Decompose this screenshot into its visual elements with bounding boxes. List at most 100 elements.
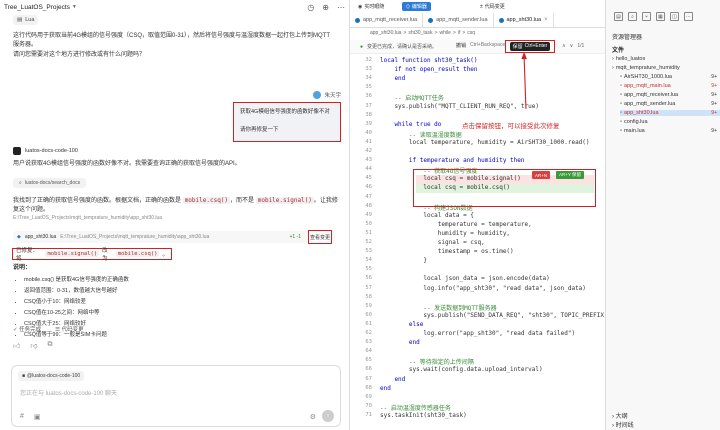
chat-panel: Tree_LuatOS_Projects ▼ ◷ ⊕ ⋯ ▤ Lua 这行代码用…	[0, 0, 350, 430]
line-number: 33	[365, 66, 372, 73]
thumbs-down-icon[interactable]: 👎︎	[30, 341, 37, 350]
mention-chip[interactable]: ■ @luatos-docs-code-100	[18, 371, 85, 381]
composer-input[interactable]: 您正在与 luatos-docs-code-100 聊天	[20, 388, 117, 397]
chat-composer[interactable]: ■ @luatos-docs-code-100 您正在与 luatos-docs…	[11, 365, 341, 427]
more-icon[interactable]: ⋯	[337, 3, 345, 12]
problem-badge: 9+	[711, 128, 717, 134]
line-number: 39	[365, 120, 372, 127]
line-number: 44	[365, 166, 372, 173]
line-number: 61	[365, 320, 372, 327]
changed-file-path: E:\Tree_LuatOS_Projects\mqtt_temprature_…	[60, 234, 210, 240]
problem-badge: 9+	[711, 83, 717, 89]
layout-icon[interactable]: ◫	[670, 12, 679, 21]
project-title[interactable]: Tree_LuatOS_Projects	[4, 4, 70, 11]
reject-hunk-button[interactable]: AR+N	[532, 171, 551, 179]
search-icon[interactable]: ⌕	[628, 12, 637, 21]
close-icon[interactable]: ×	[544, 17, 548, 23]
tree-item[interactable]: ▫ app_sht30.lua 9+	[620, 110, 720, 116]
list-item: mobile.csq() 是获取4G信号强度的正确函数	[24, 275, 129, 286]
code-line: end	[380, 384, 391, 392]
tree-item[interactable]: ▫ app_mqtt_main.lua 9+	[620, 83, 720, 89]
code-icon: ☰	[55, 327, 61, 333]
line-number: 60	[365, 311, 372, 318]
tree-item[interactable]: ▫ app_mqtt_sender.lua 9+	[620, 101, 720, 107]
code-review-button[interactable]: ± 代码变更	[476, 2, 509, 11]
code-line: humidity = humidity,	[380, 229, 511, 237]
code-line: -- 启动温湿度传感器任务	[380, 404, 451, 412]
problem-badge: 9+	[711, 74, 717, 80]
accept-hunk-button[interactable]: AR+Y 保留	[556, 171, 585, 179]
assistant-intro-text: 这行代码用于获取当前4G模组的信号强度（CSQ，取值范围0-31），然后将信号强…	[13, 33, 331, 48]
chevron-down-icon[interactable]: ▼	[72, 4, 77, 10]
history-icon[interactable]: ◷	[307, 3, 314, 12]
code-editor[interactable]: 32 33 34 35 36 37 38 39 40 41 42 43 44 45 46 47 48 49 50 51…	[350, 54, 605, 430]
code-line: sys.publish("SEND_DATA_REQ", "sht30", TO…	[380, 311, 605, 319]
image-icon[interactable]: ▣	[34, 413, 41, 421]
code-change-link[interactable]: ☰ 代码变更	[55, 325, 83, 333]
new-chat-icon[interactable]: ⊕	[322, 3, 329, 12]
changed-file-block[interactable]: ◆ app_sht30.lua E:\Tree_LuatOS_Projects\…	[13, 231, 335, 243]
line-number: 68	[365, 384, 372, 391]
lua-file-icon	[498, 17, 504, 23]
tree-item[interactable]: › hello_luatos	[612, 56, 720, 62]
tree-item[interactable]: ▫ app_mqtt_receiver.lua 9+	[620, 92, 720, 98]
line-number: 67	[365, 375, 372, 382]
bot-avatar-icon: ■	[22, 373, 26, 379]
explorer-title: 资源管理器	[612, 35, 643, 41]
line-number: 37	[365, 102, 372, 109]
settings-icon[interactable]: ⚙	[310, 413, 316, 421]
code-line: timestamp = os.time()	[380, 248, 514, 256]
code-line: local json_data = json.encode(data)	[380, 275, 550, 283]
attached-file-chip[interactable]: ▤ Lua	[13, 15, 39, 25]
user-message-bubble: 获取4G模组信号强度的函数好像不对 请你再修复一下	[233, 102, 341, 142]
thumbs-up-icon[interactable]: 👍︎	[13, 341, 20, 350]
extensions-icon[interactable]: ▦	[656, 12, 665, 21]
line-number: 48	[365, 202, 372, 209]
code-line: local temperature, humidity = AirSHT30_1…	[380, 138, 590, 146]
folder-icon: ›	[612, 56, 614, 62]
tree-item[interactable]: ▫ main.lua 9+	[620, 128, 720, 134]
file-icon: ▫	[620, 92, 622, 98]
breadcrumb: app_sht30.lua > sht30_task > while > if …	[370, 30, 475, 36]
code-line: sys.publish("MQTT_CLIENT_RUN_REQ", true)	[380, 102, 539, 110]
list-item: 返回值范围：0-31，数值越大信号越好	[24, 286, 129, 297]
lua-file-icon	[355, 17, 360, 23]
chevron-down-icon[interactable]: ∨	[570, 43, 574, 49]
tree-item[interactable]: ▫ config.lua	[620, 119, 720, 125]
more-icon[interactable]: ⋯	[684, 12, 693, 21]
tree-item[interactable]: › mqtt_temprature_humidity	[612, 65, 720, 71]
live-follow-button[interactable]: ◉ 实时眼随	[354, 2, 388, 11]
attach-icon[interactable]: #	[20, 413, 24, 421]
outline-section[interactable]: › 大纲	[612, 411, 628, 420]
lua-file-icon: ◆	[17, 234, 21, 240]
line-number: 46	[365, 184, 372, 191]
composer-tools: # ▣	[20, 413, 41, 421]
list-item: CSQ值小于10：网络较差	[24, 297, 129, 308]
line-number: 38	[365, 111, 372, 118]
files-section[interactable]: 文件	[612, 45, 624, 54]
reject-shortcut: Ctrl+Backspace	[470, 42, 506, 48]
line-number: 70	[365, 402, 372, 409]
timeline-section[interactable]: › 时间线	[612, 420, 634, 429]
tab-app-sht30[interactable]: app_sht30.lua ×	[493, 13, 554, 27]
code-line: temperature = temperature,	[380, 220, 532, 228]
code-line: end	[380, 375, 406, 383]
view-change-button[interactable]: 查看变更	[308, 230, 332, 244]
annotation-text: 点击保留按钮，可以接受此次修复	[462, 123, 560, 130]
tree-item[interactable]: ▫ AirSHT30_1000.lua 9+	[620, 74, 720, 80]
line-number: 53	[365, 248, 372, 255]
source-control-icon[interactable]: ⑂	[642, 12, 651, 21]
list-item: CSQ值在10-25之间：网络中等	[24, 308, 129, 319]
reject-button[interactable]: 撤销	[456, 42, 466, 49]
send-button[interactable]: ↑	[322, 410, 334, 422]
tab-app-mqtt-receiver[interactable]: app_mqtt_receiver.lua	[350, 13, 424, 27]
file-icon: ▫	[620, 101, 622, 107]
chevron-up-icon[interactable]: ∧	[562, 43, 566, 49]
tool-call-chip[interactable]: ⌕ luatos-docs/search_docs	[13, 178, 87, 188]
accept-button[interactable]: 保留 Ctrl+Enter	[509, 42, 551, 51]
search-icon: ⌕	[19, 180, 22, 186]
tab-app-mqtt-sender[interactable]: app_mqtt_sender.lua	[423, 13, 494, 27]
copy-icon[interactable]: ⧉	[47, 341, 52, 350]
editor-button[interactable]: ⟨⟩ 编辑器	[402, 2, 431, 11]
files-icon[interactable]: ▤	[614, 12, 623, 21]
